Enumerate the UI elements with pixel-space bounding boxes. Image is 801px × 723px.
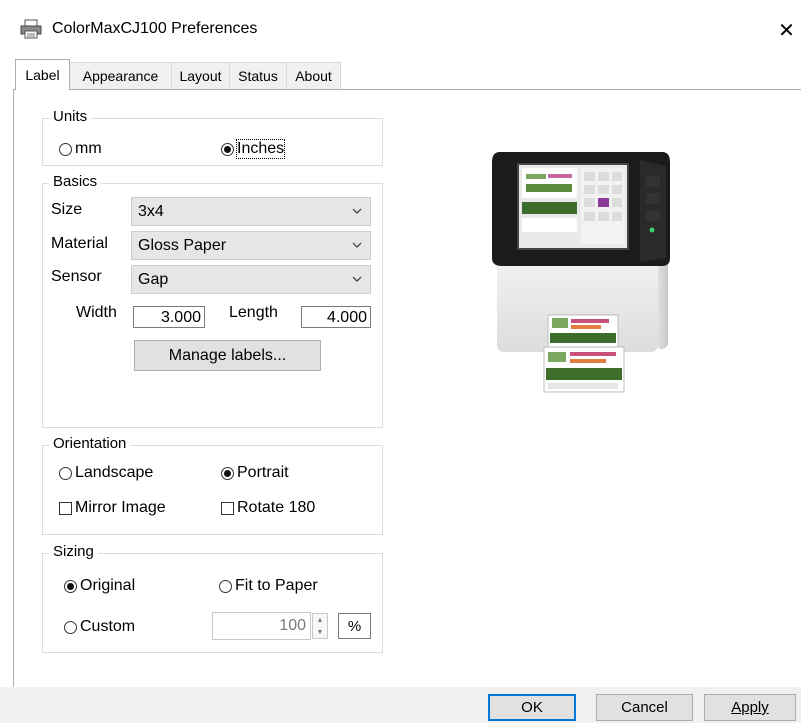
size-label: Size [51,201,83,218]
units-inches-radio[interactable]: Inches [221,139,286,159]
window-title: ColorMaxCJ100 Preferences [52,20,258,37]
orientation-group [42,445,383,535]
sensor-dropdown[interactable]: Gap [131,265,371,294]
tab-layout[interactable]: Layout [171,62,230,89]
tab-label[interactable]: Label [15,59,70,90]
tab-about[interactable]: About [286,62,341,89]
ok-button[interactable]: OK [488,694,576,721]
cancel-button[interactable]: Cancel [596,694,693,721]
printer-icon [20,19,42,39]
mirror-image-checkbox[interactable]: Mirror Image [59,499,166,517]
close-button[interactable]: ✕ [772,12,801,48]
chevron-down-icon [352,208,362,214]
width-field[interactable]: 3.000 [133,306,205,328]
units-mm-radio[interactable]: mm [59,140,102,158]
sizing-legend: Sizing [49,543,98,561]
close-icon: ✕ [778,19,795,42]
units-legend: Units [49,108,92,126]
material-label: Material [51,235,108,252]
apply-button[interactable]: Apply [704,694,796,721]
basics-legend: Basics [49,173,102,191]
width-label: Width [76,304,117,321]
size-dropdown[interactable]: 3x4 [131,197,371,226]
chevron-down-icon [352,276,362,282]
tab-appearance[interactable]: Appearance [69,62,172,89]
length-field[interactable]: 4.000 [301,306,371,328]
title-bar: ColorMaxCJ100 Preferences ✕ [0,0,801,62]
printer-image [492,152,670,393]
tab-status[interactable]: Status [229,62,287,89]
sizing-original-radio[interactable]: Original [64,577,135,595]
portrait-radio[interactable]: Portrait [221,464,289,482]
sizing-fit-to-paper-radio[interactable]: Fit to Paper [219,577,318,595]
manage-labels-button[interactable]: Manage labels... [134,340,321,371]
spin-down-icon[interactable]: ▼ [313,626,327,638]
custom-scale-spinner[interactable]: ▲ ▼ [312,613,328,639]
custom-scale-unit: % [338,613,371,639]
material-dropdown[interactable]: Gloss Paper [131,231,371,260]
dialog-footer: OK Cancel Apply [0,687,801,723]
sensor-label: Sensor [51,268,102,285]
sizing-custom-radio[interactable]: Custom [64,618,135,636]
landscape-radio[interactable]: Landscape [59,464,153,482]
rotate-180-checkbox[interactable]: Rotate 180 [221,499,315,517]
spin-up-icon[interactable]: ▲ [313,614,327,626]
orientation-legend: Orientation [49,435,131,453]
chevron-down-icon [352,242,362,248]
custom-scale-field[interactable]: 100 [212,612,311,640]
length-label: Length [229,304,278,321]
